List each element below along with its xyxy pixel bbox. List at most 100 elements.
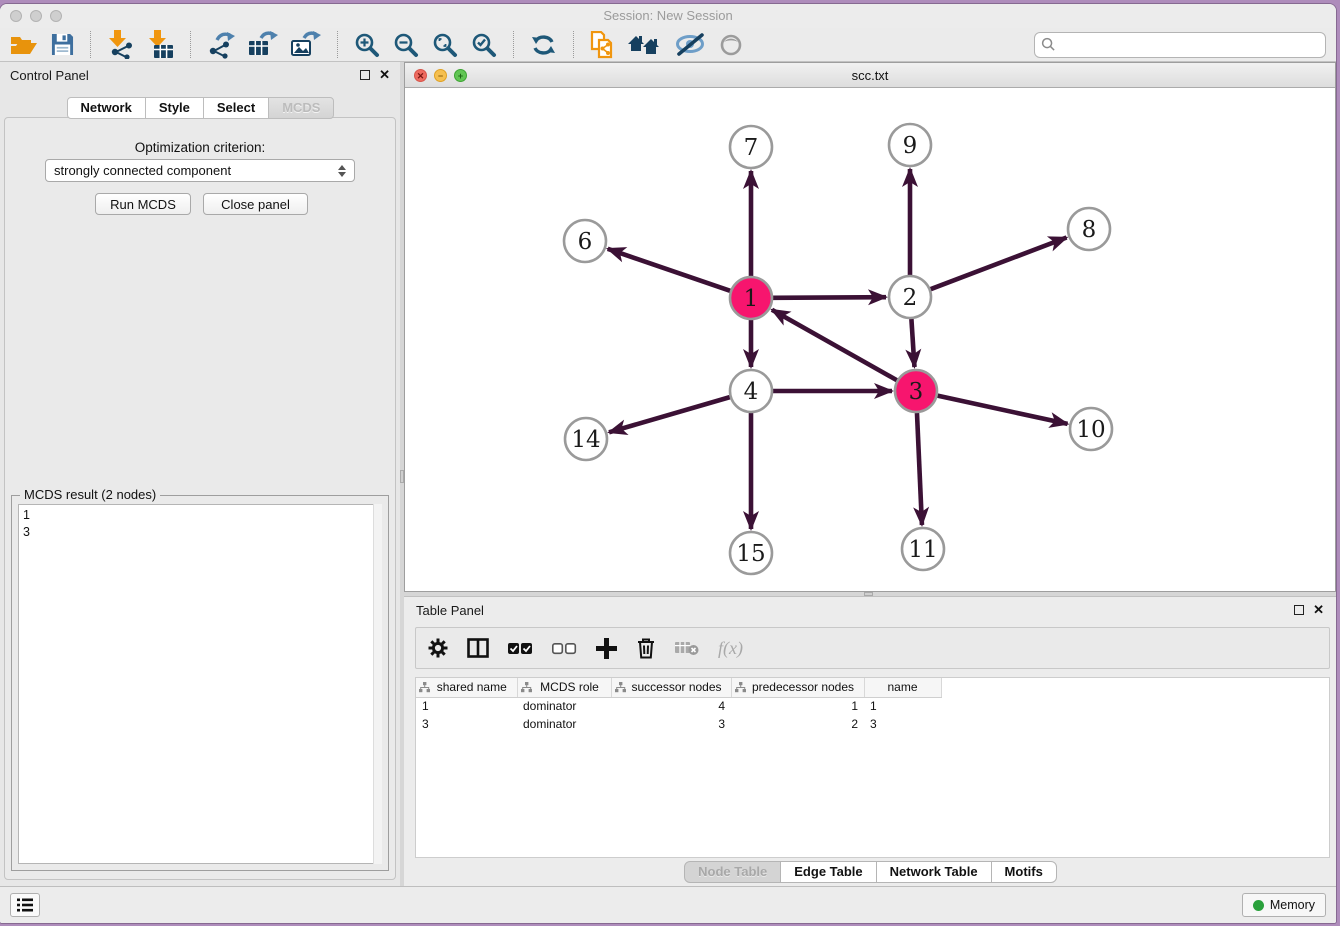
open-file-icon[interactable] (10, 30, 38, 60)
table-cell[interactable]: 3 (864, 715, 941, 733)
column-label: predecessor nodes (746, 680, 861, 694)
import-table-icon[interactable] (147, 30, 174, 60)
table-cell[interactable]: dominator (517, 697, 611, 715)
task-history-button[interactable] (10, 893, 40, 917)
window-controls[interactable] (10, 10, 62, 22)
table-panel: Table Panel ✕ (404, 596, 1336, 886)
criterion-select[interactable]: strongly connected component (45, 159, 355, 182)
show-columns-icon[interactable] (467, 633, 489, 663)
tab-motifs[interactable]: Motifs (991, 861, 1057, 883)
optimization-label: Optimization criterion: (5, 140, 395, 155)
close-table-panel-icon[interactable]: ✕ (1313, 605, 1324, 615)
table-row[interactable]: 3dominator323 (416, 715, 941, 733)
result-scrollbar[interactable] (373, 504, 382, 864)
deselect-all-icon[interactable] (552, 633, 577, 663)
close-panel-icon[interactable]: ✕ (379, 70, 390, 80)
graph-edge-2-3[interactable] (911, 319, 914, 367)
export-table-icon[interactable] (248, 30, 278, 60)
column-label: successor nodes (626, 680, 728, 694)
table-cell[interactable]: 4 (611, 697, 731, 715)
graph-edge-3-11[interactable] (917, 413, 922, 525)
float-table-panel-icon[interactable] (1294, 605, 1304, 615)
export-image-icon[interactable] (291, 30, 321, 60)
function-builder-icon[interactable]: f(x) (718, 638, 743, 659)
node-table[interactable]: shared name MCDS role successor nodes prede… (415, 677, 1330, 858)
zoom-out-icon[interactable] (393, 30, 419, 60)
close-window-icon[interactable] (10, 10, 22, 22)
graph-edge-3-1[interactable] (772, 310, 897, 380)
column-header-predecessor-nodes[interactable]: predecessor nodes (731, 678, 864, 697)
graph-edge-2-8[interactable] (931, 238, 1067, 290)
zoom-in-icon[interactable] (354, 30, 380, 60)
import-network-icon[interactable] (107, 30, 134, 60)
table-tabs: Node TableEdge TableNetwork TableMotifs (404, 861, 1336, 883)
select-all-icon[interactable] (508, 633, 533, 663)
maximize-window-icon[interactable] (50, 10, 62, 22)
graph-node-label: 2 (903, 285, 918, 311)
toolbar-separator (573, 31, 574, 58)
network-title: scc.txt (852, 68, 889, 83)
table-cell[interactable]: 1 (416, 697, 517, 715)
column-label: MCDS role (532, 680, 608, 694)
show-all-icon[interactable] (719, 30, 743, 60)
tab-edge-table[interactable]: Edge Table (780, 861, 876, 883)
tab-style[interactable]: Style (145, 97, 204, 119)
table-cell[interactable]: 1 (731, 697, 864, 715)
zoom-selected-icon[interactable] (471, 30, 497, 60)
table-panel-header: Table Panel ✕ (404, 597, 1336, 623)
run-mcds-button[interactable]: Run MCDS (95, 193, 191, 215)
app-window: Session: New Session (0, 4, 1336, 923)
float-panel-icon[interactable] (360, 70, 370, 80)
close-network-icon[interactable]: ✕ (414, 69, 427, 82)
save-session-icon[interactable] (51, 30, 74, 60)
delete-table-icon[interactable] (675, 633, 699, 663)
graph-edge-1-2[interactable] (773, 297, 886, 298)
zoom-fit-icon[interactable] (432, 30, 458, 60)
splitter-handle[interactable] (400, 470, 404, 483)
search-input[interactable] (1060, 36, 1319, 53)
graph-edge-1-6[interactable] (608, 249, 730, 291)
mcds-result-text[interactable]: 13 (18, 504, 382, 864)
column-header-shared-name[interactable]: shared name (416, 678, 517, 697)
graph-node-label: 1 (744, 286, 759, 312)
table-row[interactable]: 1dominator411 (416, 697, 941, 715)
hide-selected-icon[interactable] (675, 30, 706, 60)
column-header-successor-nodes[interactable]: successor nodes (611, 678, 731, 697)
mcds-result-legend: MCDS result (2 nodes) (20, 487, 160, 502)
graph-node-label: 7 (744, 135, 759, 161)
close-panel-button[interactable]: Close panel (203, 193, 308, 215)
table-cell[interactable]: 2 (731, 715, 864, 733)
search-box[interactable] (1034, 32, 1326, 58)
column-header-name[interactable]: name (864, 678, 941, 697)
table-cell[interactable]: 3 (416, 715, 517, 733)
table-cell[interactable]: 1 (864, 697, 941, 715)
memory-button[interactable]: Memory (1242, 893, 1326, 917)
export-network-icon[interactable] (207, 30, 235, 60)
table-cell[interactable]: dominator (517, 715, 611, 733)
column-header-MCDS-role[interactable]: MCDS role (517, 678, 611, 697)
refresh-layout-icon[interactable] (530, 30, 557, 60)
graph-edge-4-14[interactable] (609, 397, 730, 432)
criterion-value: strongly connected component (54, 163, 231, 178)
minimize-window-icon[interactable] (30, 10, 42, 22)
settings-gear-icon[interactable] (428, 633, 448, 663)
clone-network-icon[interactable] (590, 30, 614, 60)
network-canvas[interactable]: 7968124314101511 (405, 89, 1335, 591)
tab-network[interactable]: Network (67, 97, 146, 119)
minimize-network-icon[interactable]: − (434, 69, 447, 82)
result-line: 3 (23, 524, 381, 541)
tab-network-table[interactable]: Network Table (876, 861, 992, 883)
tab-select[interactable]: Select (203, 97, 269, 119)
graph-edge-3-10[interactable] (937, 396, 1067, 424)
tab-node-table[interactable]: Node Table (684, 861, 781, 883)
delete-row-icon[interactable] (636, 633, 656, 663)
tab-mcds[interactable]: MCDS (268, 97, 334, 119)
houses-icon[interactable] (627, 30, 662, 60)
add-row-icon[interactable] (596, 633, 617, 663)
memory-status-icon (1253, 900, 1264, 911)
network-window-controls[interactable]: ✕ − + (414, 69, 467, 82)
zoom-network-icon[interactable]: + (454, 69, 467, 82)
network-graph[interactable]: 7968124314101511 (405, 89, 1335, 592)
toolbar-separator (337, 31, 338, 58)
table-cell[interactable]: 3 (611, 715, 731, 733)
